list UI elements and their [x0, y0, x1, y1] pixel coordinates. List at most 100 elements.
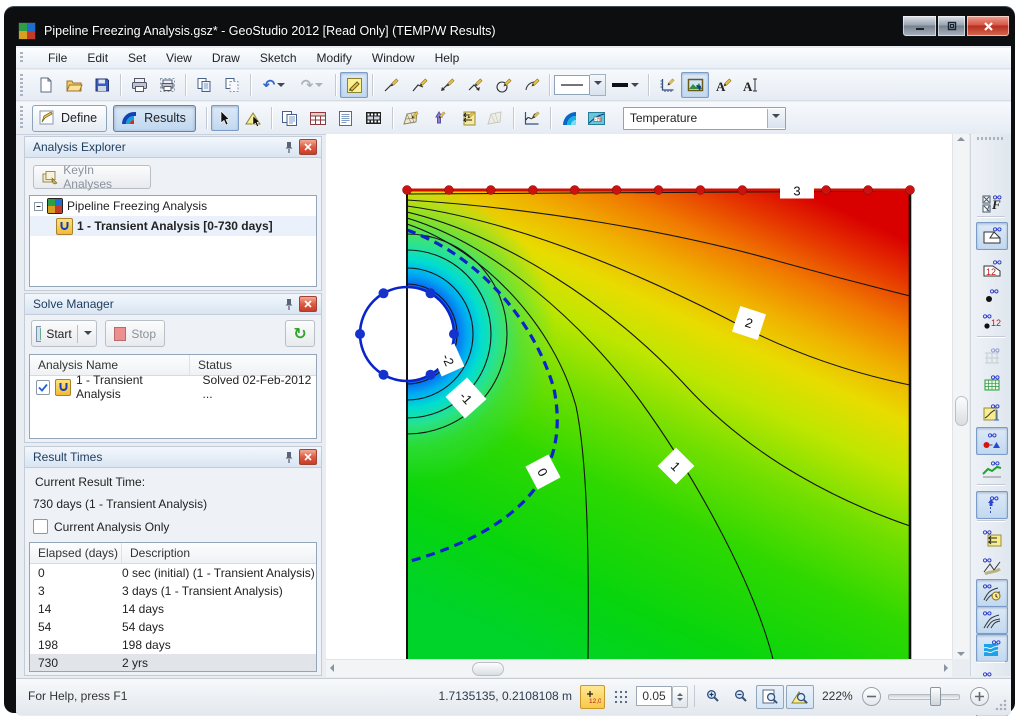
animation-button[interactable] — [360, 105, 388, 131]
view-flux-arrows-button[interactable] — [976, 524, 1008, 552]
scroll-down-arrow[interactable] — [957, 652, 965, 656]
view-mesh-button[interactable] — [976, 342, 1008, 370]
scroll-left-arrow[interactable] — [330, 664, 334, 672]
close-panel-button[interactable] — [299, 449, 317, 465]
sketch-picture-button[interactable] — [681, 72, 709, 98]
drawing-canvas[interactable]: 3 2 1 0 -1 -2 — [326, 134, 952, 659]
zoom-slider-minus[interactable] — [862, 687, 881, 706]
modify-text-button[interactable]: A — [737, 72, 765, 98]
result-times-table[interactable]: Elapsed (days) Description 00 sec (initi… — [29, 542, 317, 672]
line-weight-dropdown[interactable] — [606, 72, 644, 98]
undo-button[interactable]: ↶ — [255, 72, 293, 98]
sketch-polyline-button[interactable] — [405, 72, 433, 98]
analysis-explorer-header[interactable]: Analysis Explorer — [25, 137, 321, 158]
close-button[interactable] — [966, 16, 1010, 37]
menu-window[interactable]: Window — [362, 49, 425, 67]
sketch-arc-button[interactable] — [517, 72, 545, 98]
format-painter-button[interactable] — [340, 72, 368, 98]
minimize-button[interactable] — [902, 16, 937, 37]
view-vectors-button[interactable] — [976, 491, 1008, 519]
pin-icon[interactable] — [283, 140, 295, 154]
start-dropdown-arrow[interactable] — [84, 331, 92, 339]
title-bar[interactable]: Pipeline Freezing Analysis.gsz* - GeoStu… — [18, 18, 898, 44]
copy-picture-button[interactable] — [218, 72, 246, 98]
grid-spacing-spinner[interactable] — [672, 686, 688, 708]
view-contour-legend-button[interactable] — [976, 398, 1008, 426]
view-flow-paths-button[interactable] — [976, 606, 1008, 634]
print-preview-button[interactable] — [153, 72, 181, 98]
redo-button[interactable]: ↷ — [293, 72, 331, 98]
menu-help[interactable]: Help — [425, 49, 470, 67]
menu-sketch[interactable]: Sketch — [250, 49, 307, 67]
result-time-row[interactable]: 00 sec (initial) (1 - Transient Analysis… — [30, 564, 316, 582]
grid-snap-button[interactable] — [608, 685, 633, 709]
mesh-button[interactable] — [397, 105, 425, 131]
pin-icon[interactable] — [283, 450, 295, 464]
results-button[interactable]: Results — [113, 105, 196, 132]
view-node-numbers-button[interactable]: 12 — [976, 308, 1008, 336]
solve-table[interactable]: Analysis Name Status 1 - Transient Analy… — [29, 354, 317, 439]
horizontal-scrollbar[interactable] — [326, 659, 952, 677]
result-time-row-selected[interactable]: 7302 yrs — [30, 654, 316, 672]
result-times-table-header[interactable]: Elapsed (days) Description — [30, 543, 316, 564]
solve-manager-header[interactable]: Solve Manager — [25, 294, 321, 315]
view-water-table-button[interactable] — [976, 634, 1008, 662]
toolbar-gripper[interactable] — [20, 52, 23, 64]
grid-spacing-input[interactable]: 0.05 — [636, 686, 672, 706]
sketch-axes-button[interactable] — [653, 72, 681, 98]
zoom-in-button[interactable] — [700, 685, 727, 709]
solve-table-row[interactable]: 1 - Transient Analysis Solved 02-Feb-201… — [30, 376, 316, 398]
vertical-scrollbar[interactable] — [952, 134, 969, 659]
vertical-scroll-thumb[interactable] — [955, 396, 968, 426]
copy-table-button[interactable] — [304, 105, 332, 131]
toolbar-gripper[interactable] — [20, 74, 23, 96]
refresh-button[interactable]: ↻ — [285, 320, 315, 347]
toolbar-gripper[interactable] — [20, 106, 23, 130]
restore-button[interactable] — [937, 16, 966, 37]
view-flow-paths-time-button[interactable] — [976, 579, 1008, 607]
graph-button[interactable] — [518, 105, 546, 131]
result-time-row[interactable]: 5454 days — [30, 618, 316, 636]
analysis-checkbox[interactable] — [36, 380, 50, 395]
view-grid-button[interactable] — [976, 369, 1008, 397]
horizontal-scroll-thumb[interactable] — [472, 662, 504, 676]
zoom-slider-plus[interactable] — [970, 687, 989, 706]
result-times-header[interactable]: Result Times — [25, 447, 321, 468]
result-time-row[interactable]: 1414 days — [30, 600, 316, 618]
open-file-button[interactable] — [60, 72, 88, 98]
scroll-right-arrow[interactable] — [944, 664, 948, 672]
line-style-dropdown[interactable] — [554, 74, 606, 96]
zoom-slider-thumb[interactable] — [930, 687, 941, 706]
menu-edit[interactable]: Edit — [77, 49, 118, 67]
regions-button[interactable] — [481, 105, 509, 131]
contour-labels-button[interactable]: -79 — [583, 105, 611, 131]
view-region-numbers-button[interactable]: 12 — [976, 255, 1008, 283]
menu-set[interactable]: Set — [118, 49, 156, 67]
start-button[interactable]: Start — [31, 320, 97, 347]
zoom-slider-track[interactable] — [888, 694, 960, 700]
contours-button[interactable] — [555, 105, 583, 131]
close-panel-button[interactable] — [299, 139, 317, 155]
result-time-row[interactable]: 33 days (1 - Transient Analysis) — [30, 582, 316, 600]
view-boundary-conditions-button[interactable] — [976, 427, 1008, 455]
report-button[interactable] — [332, 105, 360, 131]
stop-button[interactable]: Stop — [105, 320, 165, 347]
sketch-arrow-line-button[interactable] — [433, 72, 461, 98]
coordinate-display-toggle[interactable]: 12,0 — [580, 685, 605, 709]
sketch-multi-line-button[interactable] — [461, 72, 489, 98]
flux-button[interactable] — [453, 105, 481, 131]
vectors-button[interactable] — [425, 105, 453, 131]
current-analysis-only-row[interactable]: Current Analysis Only — [33, 519, 169, 534]
menu-draw[interactable]: Draw — [202, 49, 250, 67]
copy-report-button[interactable] — [276, 105, 304, 131]
pin-icon[interactable] — [283, 297, 295, 311]
close-panel-button[interactable] — [299, 296, 317, 312]
sketch-text-button[interactable]: A — [709, 72, 737, 98]
result-time-row[interactable]: 198198 days — [30, 636, 316, 654]
zoom-page-button[interactable] — [756, 685, 784, 709]
save-file-button[interactable] — [88, 72, 116, 98]
view-flux-sections-button[interactable] — [976, 552, 1008, 580]
define-button[interactable]: Define — [32, 105, 107, 132]
tree-node-analysis[interactable]: 1 - Transient Analysis [0-730 days] — [30, 216, 316, 236]
sketch-circle-button[interactable] — [489, 72, 517, 98]
